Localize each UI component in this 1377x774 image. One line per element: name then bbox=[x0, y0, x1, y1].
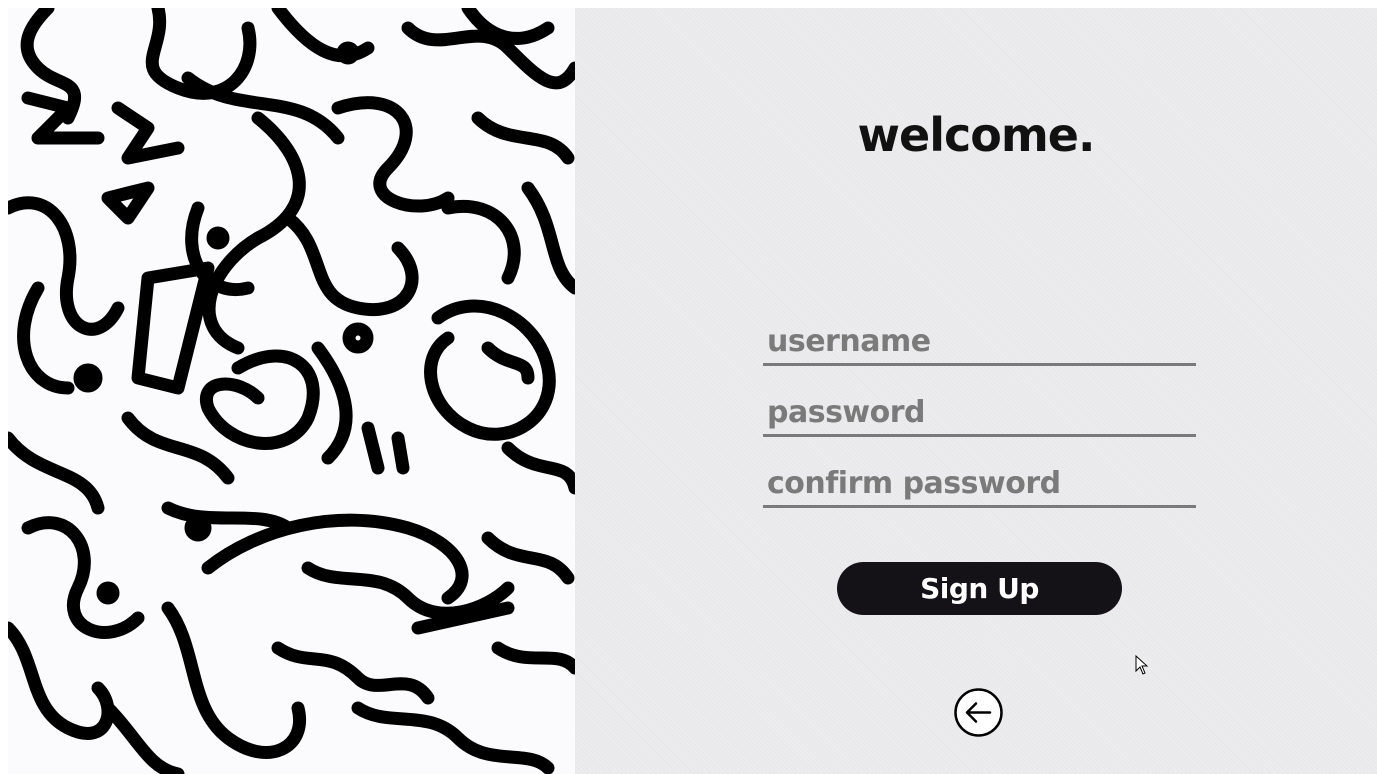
signup-screen: welcome. Sign Up bbox=[8, 8, 1377, 774]
confirm-password-input[interactable] bbox=[763, 462, 1196, 508]
sign-up-button[interactable]: Sign Up bbox=[837, 562, 1122, 615]
signup-form-panel: welcome. Sign Up bbox=[575, 8, 1377, 774]
mouse-pointer-icon bbox=[1135, 655, 1149, 675]
arrow-left-circle-icon bbox=[954, 688, 1003, 737]
back-button[interactable] bbox=[953, 687, 1004, 738]
doodle-pattern bbox=[8, 8, 575, 774]
password-input[interactable] bbox=[763, 391, 1196, 437]
username-input[interactable] bbox=[763, 320, 1196, 366]
page-title: welcome. bbox=[857, 108, 1096, 162]
decorative-pattern-panel bbox=[8, 8, 575, 774]
